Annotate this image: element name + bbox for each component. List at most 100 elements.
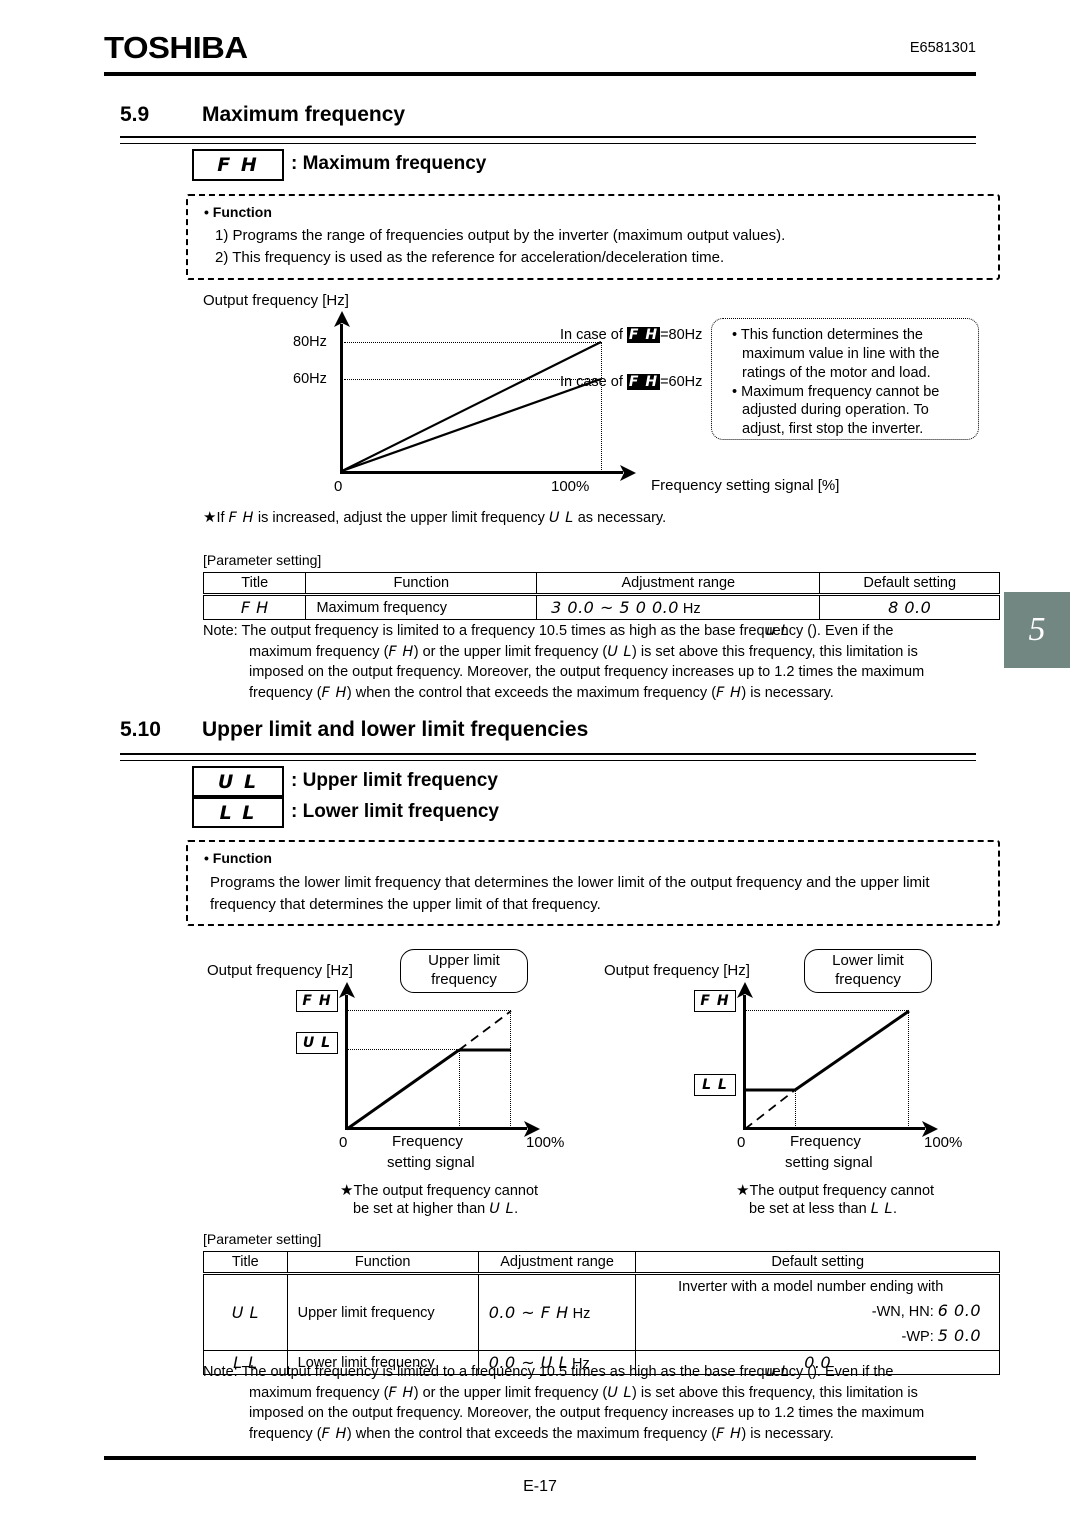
table-row: U L Upper limit frequency 0.0 ~ F H Hz I…	[203, 1272, 1000, 1352]
note2-l4-code2: F H	[716, 1425, 742, 1442]
graph-ul-plot	[346, 1010, 512, 1131]
cell-default-fh: 8 0.0	[819, 594, 1000, 620]
note2-l4b: ) when the control that exceeds the maxi…	[346, 1425, 717, 1442]
callout-lower-limit-frequency: Lower limit frequency	[804, 949, 932, 993]
graph-59-plot-lines	[341, 341, 602, 473]
star-note-5-9: ★If F H is increased, adjust the upper l…	[203, 508, 666, 526]
footer-rule	[104, 1456, 976, 1460]
note-paragraph-5-9: Note: The output frequency is limited to…	[203, 621, 1000, 703]
note2-l1a: The output frequency is limited to a fre…	[237, 1364, 813, 1380]
cell-function-fh: Maximum frequency	[305, 594, 538, 620]
graph-ll-star-note-line2: be set at less than L L.	[749, 1201, 897, 1217]
note2-l4a: frequency (	[249, 1425, 322, 1442]
graph-59-y-axis-title: Output frequency [Hz]	[203, 292, 349, 309]
graph-ul-y-arrow	[339, 982, 355, 998]
note1-l2c: ) is set above this frequency, this limi…	[632, 643, 918, 660]
graph-ul-star-note-line1: ★The output frequency cannot	[340, 1181, 538, 1199]
note2-l2c: ) is set above this frequency, this limi…	[632, 1384, 918, 1401]
series-code-80: F H	[626, 327, 661, 343]
graph-ll-x-title-line2: setting signal	[785, 1154, 873, 1171]
side-note-callout-5-9: This function determines the maximum val…	[711, 318, 979, 440]
graph-ll-label-ll: L L	[694, 1074, 736, 1096]
section-5-9-rule	[120, 136, 976, 144]
cell-title-ul: U L	[203, 1272, 288, 1352]
footer-page-number: E-17	[523, 1478, 557, 1495]
graph-59-x-origin: 0	[334, 478, 343, 495]
star-icon-2: ★	[340, 1182, 354, 1199]
graph-ul-star-code: U L	[489, 1201, 515, 1217]
graph-ul-star-text1: The output frequency cannot	[353, 1183, 539, 1199]
graph-ll-star-code: L L	[870, 1201, 893, 1217]
toshiba-logo: TOSHIBA	[104, 30, 248, 65]
side-note-item-1: This function determines the maximum val…	[732, 326, 968, 383]
side-note-item-2: Maximum frequency cannot be adjusted dur…	[732, 383, 968, 440]
function-line-2: 2) This frequency is used as the referen…	[215, 249, 725, 266]
note1-l4c: ) is necessary.	[741, 684, 834, 701]
note2-l2b: ) or the upper limit frequency (	[413, 1384, 608, 1401]
graph-ll-y-axis-title: Output frequency [Hz]	[604, 962, 750, 979]
graph-59-ytick-60hz: 60Hz	[293, 371, 327, 387]
note1-label: Note:	[203, 623, 238, 639]
cell-default-ul-wp: -WP: 5 0.0	[640, 1324, 981, 1349]
cell-function-ul: Upper limit frequency	[286, 1272, 479, 1352]
series-code-60: F H	[626, 374, 661, 390]
document-code: E6581301	[909, 40, 976, 56]
graph-59-series-label-80: In case of F H =80Hz	[560, 327, 702, 343]
table-row: F H Maximum frequency 3 0.0 ~ 5 0 0.0 Hz…	[202, 594, 1000, 620]
graph-59-x-arrow	[620, 465, 636, 481]
param-code-ll: L L	[219, 801, 257, 824]
note1-l4-code2: F H	[716, 684, 742, 701]
graph-ul-x-max: 100%	[526, 1134, 565, 1151]
series-label-prefix-80: In case of	[560, 327, 627, 343]
graph-ul-star-text2b: .	[514, 1201, 519, 1217]
cell-range-ul: 0.0 ~ F H Hz	[477, 1272, 637, 1352]
th2-default-setting: Default setting	[635, 1251, 1000, 1275]
cell-code-ul: U L	[231, 1303, 259, 1323]
cell-default-ul-wn-value: 6 0.0	[937, 1300, 981, 1320]
cell-default-code-fh: 8 0.0	[888, 598, 932, 617]
header-rule	[104, 72, 976, 76]
star-note-code-fh: F H	[228, 510, 254, 526]
graph-ll-plot	[744, 1009, 910, 1130]
graph-ll-x-origin: 0	[737, 1134, 746, 1151]
th2-title: Title	[203, 1251, 288, 1275]
cell-default-ul-wn-label: -WN, HN:	[871, 1303, 938, 1320]
note2-l2-code2: U L	[607, 1384, 632, 1401]
note1-l2-code2: U L	[607, 643, 632, 660]
star-icon-1: ★	[203, 509, 217, 526]
th2-function: Function	[286, 1251, 479, 1275]
cell-code-fh: F H	[240, 598, 269, 617]
graph-59-y-arrow	[334, 311, 350, 327]
table-header-row: Title Function Adjustment range Default …	[202, 572, 1000, 596]
chapter-tab-label: 5	[1028, 611, 1046, 648]
note2-l2-code1: F H	[388, 1384, 414, 1401]
graph-ul-x-title-line2: setting signal	[387, 1154, 475, 1171]
graph-ll-star-note-line1: ★The output frequency cannot	[736, 1181, 934, 1199]
note1-l4a: frequency (	[249, 684, 322, 701]
star-note-pre: If	[216, 510, 229, 526]
note1-l1a: The output frequency is limited to a fre…	[237, 623, 813, 639]
graph-59-x-axis-title: Frequency setting signal [%]	[651, 477, 840, 494]
table-header-row: Title Function Adjustment range Default …	[203, 1251, 1000, 1275]
graph-ul-star-text2a: be set at higher than	[353, 1201, 490, 1217]
section-5-10-rule	[120, 753, 976, 761]
cell-title-fh: F H	[202, 594, 307, 620]
note1-l4-code1: F H	[321, 684, 347, 701]
series-label-suffix-80: =80Hz	[660, 327, 703, 343]
series-label-suffix-60: =60Hz	[660, 374, 703, 390]
graph-ll-label-fh-text: F H	[700, 993, 730, 1009]
note1-l2b: ) or the upper limit frequency (	[413, 643, 608, 660]
cell-range-unit-fh: Hz	[678, 601, 701, 617]
graph-ll-star-text2a: be set at less than	[749, 1201, 871, 1217]
cell-range-unit-ul: Hz	[568, 1306, 591, 1323]
parameter-table-5-9: Title Function Adjustment range Default …	[202, 572, 1000, 620]
graph-ul-label-fh-text: F H	[302, 993, 332, 1009]
graph-ll-y-arrow	[737, 982, 753, 998]
page-header: TOSHIBA E6581301	[104, 30, 976, 76]
graph-ul-label-ul: U L	[296, 1032, 338, 1054]
section-5-10-title: Upper limit and lower limit frequencies	[202, 718, 589, 741]
callout-upper-limit-text: Upper limit frequency	[428, 952, 500, 988]
table-caption-5-9: [Parameter setting]	[203, 552, 322, 568]
function-5-10-line-2: frequency that determines the upper limi…	[210, 896, 601, 913]
param-code-ul: U L	[217, 770, 259, 793]
